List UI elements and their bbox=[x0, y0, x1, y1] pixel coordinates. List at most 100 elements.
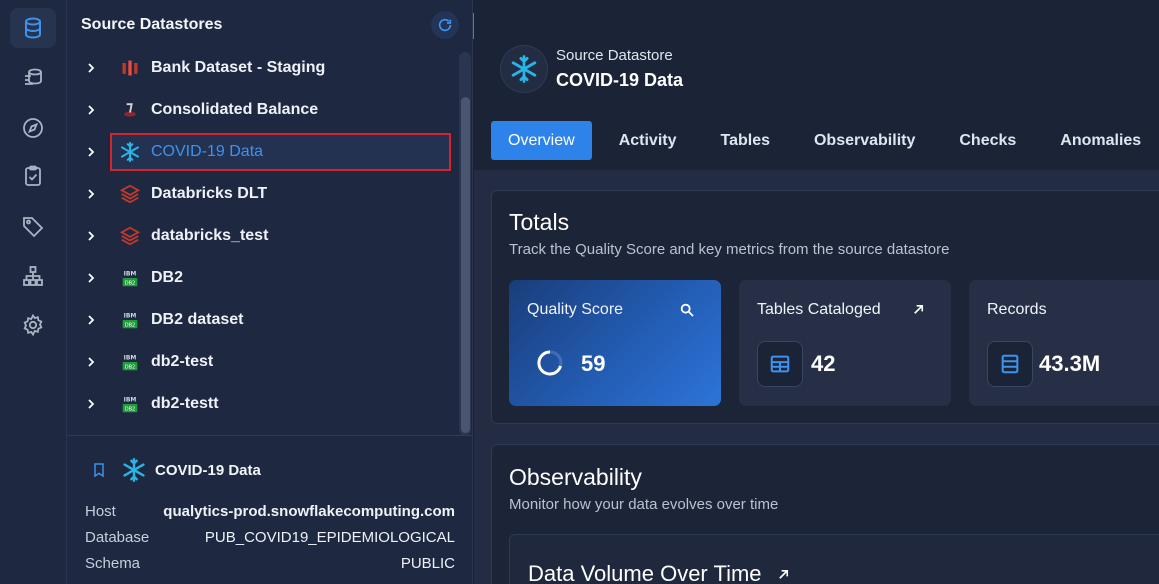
layers-icon bbox=[25, 68, 42, 85]
detail-row-database: Database PUB_COVID19_EPIDEMIOLOGICAL bbox=[85, 526, 455, 548]
tree-item-label: COVID-19 Data bbox=[151, 143, 264, 160]
records-icon bbox=[987, 341, 1033, 387]
tables-cataloged-card[interactable]: Tables Cataloged 42 bbox=[739, 280, 951, 406]
tag-icon bbox=[23, 217, 44, 238]
tree-item-label: databricks_test bbox=[151, 227, 269, 244]
nav-enrichment[interactable] bbox=[10, 58, 56, 98]
svg-text:DB2: DB2 bbox=[125, 322, 136, 328]
tree-item[interactable]: Databricks DLT bbox=[81, 176, 451, 212]
selected-datastore-name: COVID-19 Data bbox=[155, 461, 261, 479]
compass-icon bbox=[23, 118, 43, 138]
score-ring-icon bbox=[536, 349, 564, 382]
detail-row-schema: Schema PUBLIC bbox=[85, 552, 455, 574]
ibm-db2-icon: IBM DB2 bbox=[119, 267, 141, 289]
tree-item-label: Consolidated Balance bbox=[151, 101, 319, 118]
chevron-right-icon[interactable] bbox=[85, 146, 99, 158]
svg-text:DB2: DB2 bbox=[125, 364, 136, 370]
tab-tables[interactable]: Tables bbox=[703, 121, 787, 160]
datastore-logo bbox=[500, 45, 548, 93]
observability-subtitle: Monitor how your data evolves over time bbox=[509, 496, 779, 513]
snowflake-icon bbox=[119, 141, 141, 163]
nav-settings[interactable] bbox=[10, 305, 56, 345]
tree-item[interactable]: IBM DB2 DB2 bbox=[81, 260, 451, 296]
ibm-db2-icon: IBM DB2 bbox=[119, 393, 141, 415]
tree-item[interactable]: IBM DB2 db2-testt bbox=[81, 386, 451, 422]
metric-value: 42 bbox=[811, 351, 836, 376]
records-card[interactable]: Records 43.3M bbox=[969, 280, 1159, 406]
chevron-right-icon[interactable] bbox=[85, 62, 99, 74]
observability-title: Observability bbox=[509, 464, 642, 490]
metric-label: Tables Cataloged bbox=[757, 301, 881, 318]
chevron-right-icon[interactable] bbox=[85, 356, 99, 368]
arrow-up-right-icon[interactable] bbox=[911, 302, 926, 322]
detail-value: qualytics-prod.snowflakecomputing.com bbox=[163, 502, 455, 520]
tab-anomalies[interactable]: Anomalies bbox=[1043, 121, 1158, 160]
databricks-icon bbox=[119, 183, 141, 205]
nav-tags[interactable] bbox=[10, 206, 56, 246]
tab-checks[interactable]: Checks bbox=[942, 121, 1033, 160]
tree-item-label: db2-testt bbox=[151, 395, 219, 412]
chevron-right-icon[interactable] bbox=[85, 104, 99, 116]
metric-value: 43.3M bbox=[1039, 351, 1101, 376]
selected-datastore-header: COVID-19 Data bbox=[91, 457, 261, 483]
data-volume-title: Data Volume Over Time bbox=[528, 561, 762, 584]
data-volume-header: Data Volume Over Time bbox=[528, 561, 791, 584]
nav-flows[interactable] bbox=[10, 256, 56, 296]
settings-icon bbox=[23, 313, 43, 337]
chevron-right-icon[interactable] bbox=[85, 272, 99, 284]
svg-text:IBM: IBM bbox=[124, 270, 137, 277]
totals-title: Totals bbox=[509, 209, 570, 235]
bookmark-icon[interactable] bbox=[91, 462, 107, 478]
databricks-icon bbox=[119, 225, 141, 247]
metric-label: Quality Score bbox=[527, 301, 624, 318]
tree-item[interactable]: databricks_test bbox=[81, 218, 451, 254]
tree-item[interactable]: Bank Dataset - Staging bbox=[81, 50, 451, 86]
tree-item[interactable]: IBM DB2 DB2 dataset bbox=[81, 302, 451, 338]
svg-text:IBM: IBM bbox=[124, 312, 137, 319]
tree-title: Source Datastores bbox=[81, 16, 223, 33]
snowflake-icon bbox=[121, 457, 147, 483]
tree-scrollbar-thumb[interactable] bbox=[461, 97, 470, 433]
tab-overview[interactable]: Overview bbox=[491, 121, 592, 160]
search-icon[interactable] bbox=[679, 302, 695, 323]
svg-text:DB2: DB2 bbox=[125, 280, 136, 286]
datastore-tree-panel: Source Datastores Bank Dataset - Staging… bbox=[67, 0, 473, 584]
refresh-button[interactable] bbox=[431, 11, 459, 39]
detail-value: PUBLIC bbox=[400, 554, 455, 572]
svg-text:IBM: IBM bbox=[124, 396, 137, 403]
detail-key: Schema bbox=[85, 554, 141, 572]
tree-item-label: db2-test bbox=[151, 353, 214, 370]
chevron-right-icon[interactable] bbox=[85, 398, 99, 410]
detail-key: Host bbox=[85, 502, 116, 520]
metric-value: 59 bbox=[581, 351, 606, 376]
hierarchy-icon bbox=[23, 266, 43, 286]
datastore-kicker: Source Datastore bbox=[556, 47, 673, 64]
arrow-up-right-icon[interactable] bbox=[776, 567, 791, 582]
ibm-db2-icon: IBM DB2 bbox=[119, 309, 141, 331]
refresh-icon bbox=[438, 18, 452, 32]
chevron-right-icon[interactable] bbox=[85, 188, 99, 200]
tab-bar: Overview Activity Tables Observability C… bbox=[491, 121, 1159, 161]
tab-activity[interactable]: Activity bbox=[602, 121, 694, 160]
tree-item[interactable]: IBM DB2 db2-test bbox=[81, 344, 451, 380]
database-icon bbox=[25, 17, 41, 39]
divider bbox=[67, 435, 473, 436]
nav-datastores[interactable] bbox=[10, 8, 56, 48]
svg-text:IBM: IBM bbox=[124, 354, 137, 361]
detail-value: PUB_COVID19_EPIDEMIOLOGICAL bbox=[204, 528, 455, 546]
nav-checks[interactable] bbox=[10, 156, 56, 196]
svg-text:DB2: DB2 bbox=[125, 406, 136, 412]
quality-score-card[interactable]: Quality Score 59 bbox=[509, 280, 721, 406]
chevron-right-icon[interactable] bbox=[85, 314, 99, 326]
chevron-right-icon[interactable] bbox=[85, 230, 99, 242]
db-icon bbox=[119, 99, 141, 121]
tree-item[interactable]: Consolidated Balance bbox=[81, 92, 451, 128]
tree-item-label: DB2 bbox=[151, 269, 184, 286]
page-title: COVID-19 Data bbox=[556, 70, 684, 90]
nav-explore[interactable] bbox=[10, 108, 56, 148]
tree-item[interactable]: COVID-19 Data bbox=[81, 134, 451, 170]
redshift-icon bbox=[119, 57, 141, 79]
tab-observability[interactable]: Observability bbox=[797, 121, 932, 160]
tree-item-label: DB2 dataset bbox=[151, 311, 244, 328]
totals-subtitle: Track the Quality Score and key metrics … bbox=[509, 241, 950, 258]
